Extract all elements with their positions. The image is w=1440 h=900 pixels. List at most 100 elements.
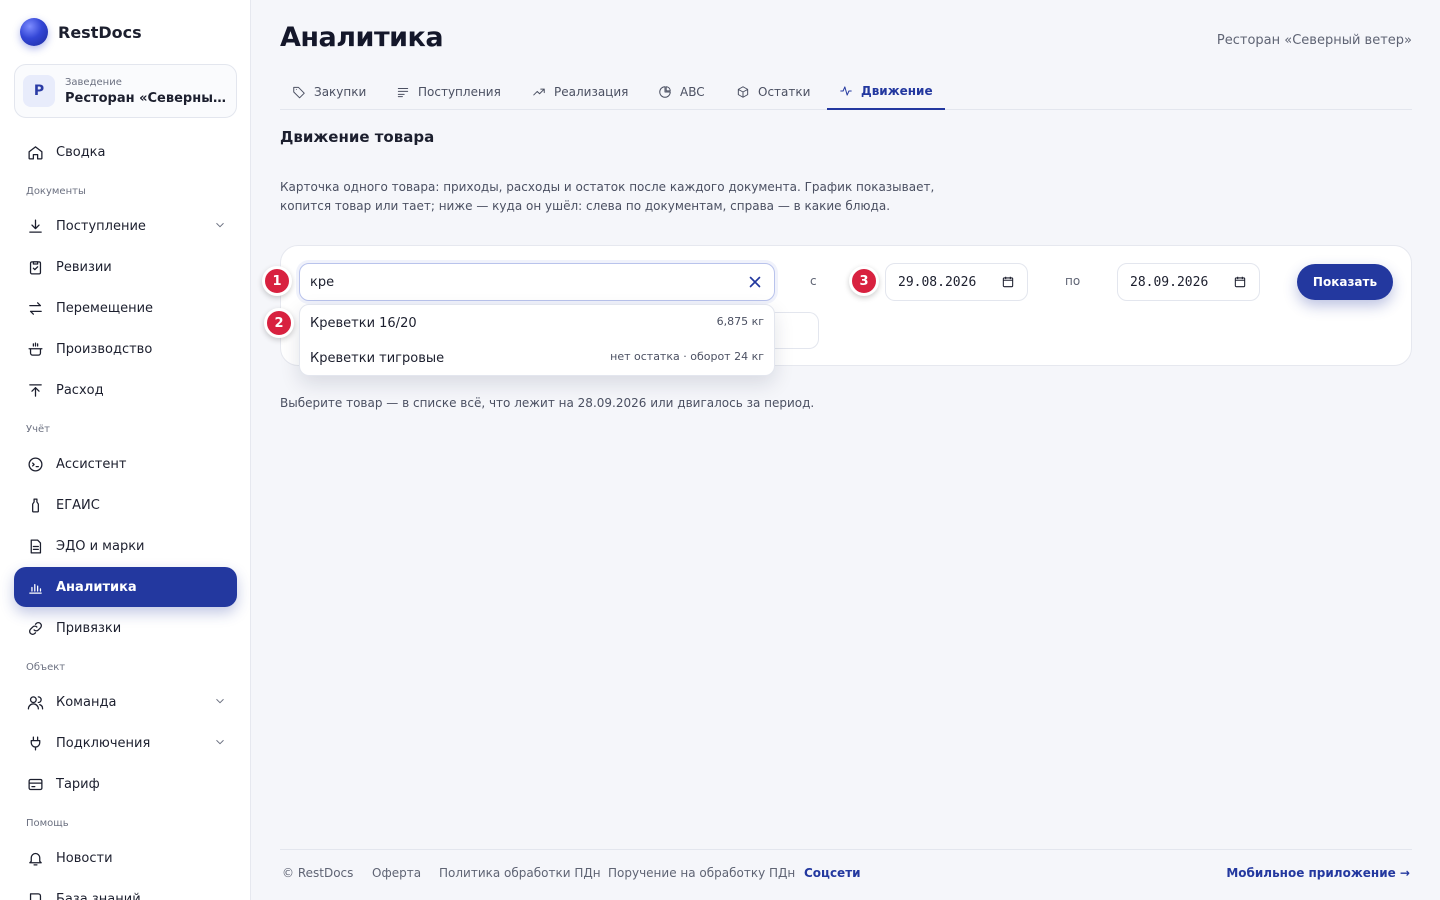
tab-stock[interactable]: Остатки (724, 74, 822, 110)
tab-sales[interactable]: Реализация (520, 74, 640, 110)
footer-social-link[interactable]: Соцсети (804, 866, 861, 880)
sidebar-item-label: Тариф (56, 776, 100, 792)
nav-section-help: Помощь (26, 818, 69, 829)
sidebar-item-summary[interactable]: Сводка (14, 132, 237, 172)
bell-icon (26, 849, 44, 867)
sidebar-item-team[interactable]: Команда (14, 682, 237, 722)
sidebar-item-label: ЭДО и марки (56, 538, 145, 554)
suggestion-name: Креветки тигровые (310, 350, 445, 366)
sidebar-item-egais[interactable]: ЕГАИС (14, 485, 237, 525)
sidebar-item-news[interactable]: Новости (14, 838, 237, 878)
tag-icon (293, 86, 305, 99)
sidebar-item-receipt[interactable]: Поступление (14, 206, 237, 246)
pulse-icon (840, 86, 852, 96)
tab-label: Движение (861, 84, 933, 98)
sidebar-item-label: Ревизии (56, 259, 112, 275)
sidebar-item-label: Новости (56, 850, 113, 866)
bar-chart-icon (26, 578, 44, 596)
sidebar-item-revisions[interactable]: Ревизии (14, 247, 237, 287)
product-search-input[interactable] (310, 264, 730, 300)
cooking-pot-icon (26, 340, 44, 358)
brand[interactable]: RestDocs (20, 18, 142, 46)
sidebar-item-connections[interactable]: Подключения (14, 723, 237, 763)
sidebar-item-label: Перемещение (56, 300, 154, 316)
tab-label: Закупки (314, 85, 367, 99)
sidebar-item-tariff[interactable]: Тариф (14, 764, 237, 804)
sidebar-item-production[interactable]: Производство (14, 329, 237, 369)
sidebar-item-bindings[interactable]: Привязки (14, 608, 237, 648)
bottle-icon (26, 496, 44, 514)
brand-name: RestDocs (58, 22, 142, 42)
current-venue: Ресторан «Северный ветер» (1216, 33, 1412, 48)
sidebar-item-transfer[interactable]: Перемещение (14, 288, 237, 328)
product-search (299, 263, 775, 301)
sidebar-item-edo[interactable]: ЭДО и марки (14, 526, 237, 566)
users-icon (26, 693, 44, 711)
chevron-down-icon (213, 694, 227, 708)
credit-card-icon (26, 775, 44, 793)
box-icon (737, 86, 749, 98)
calendar-icon (1234, 276, 1246, 288)
page-title: Аналитика (280, 22, 444, 53)
sidebar-item-analytics[interactable]: Аналитика (14, 567, 237, 607)
tab-purchases[interactable]: Закупки (280, 74, 378, 110)
suggestion-meta: 6,875 кг (716, 314, 764, 328)
product-suggestions: Креветки 16/20 6,875 кг Креветки тигровы… (299, 304, 775, 376)
document-icon (26, 537, 44, 555)
sidebar-item-label: Поступление (56, 218, 146, 234)
footer-privacy-link[interactable]: Политика обработки ПДн (439, 866, 601, 880)
sidebar-item-label: Ассистент (56, 456, 127, 472)
tab-receipts[interactable]: Поступления (384, 74, 513, 110)
venue-switcher[interactable]: Р Заведение Ресторан «Северный ветер» (14, 64, 237, 118)
step-marker-2: 2 (264, 308, 294, 338)
assistant-icon (26, 455, 44, 473)
analytics-tabs: Закупки Поступления Реализация ABC Остат… (280, 74, 1412, 110)
footer-mobile-link[interactable]: Мобильное приложение → (1226, 866, 1410, 880)
footer: © RestDocs Оферта Политика обработки ПДн… (280, 849, 1412, 897)
section-description: Карточка одного товара: приходы, расходы… (280, 180, 935, 213)
list-icon (397, 88, 409, 98)
close-icon[interactable] (746, 273, 764, 291)
nav-section-accounting: Учёт (26, 424, 50, 435)
sidebar-item-assistant[interactable]: Ассистент (14, 444, 237, 484)
tab-label: Реализация (554, 85, 629, 99)
venue-name: Ресторан «Северный ветер» (65, 90, 228, 106)
step-marker-1: 1 (262, 266, 292, 296)
tab-abc[interactable]: ABC (646, 74, 717, 110)
show-button[interactable]: Показать (1297, 264, 1393, 300)
date-from-field[interactable]: 29.08.2026 (885, 263, 1028, 301)
sidebar-item-label: Сводка (56, 144, 106, 160)
book-icon (26, 890, 44, 900)
calendar-icon (1002, 276, 1014, 288)
sidebar-item-label: База знаний (56, 891, 141, 900)
main-content: Аналитика Ресторан «Северный ветер» Заку… (252, 0, 1440, 900)
nav-section-object: Объект (26, 662, 66, 673)
sidebar-item-expense[interactable]: Расход (14, 370, 237, 410)
footer-copyright: © RestDocs (282, 866, 354, 880)
date-to-field[interactable]: 28.09.2026 (1117, 263, 1260, 301)
date-to-value: 28.09.2026 (1130, 274, 1209, 290)
suggestion-meta: нет остатка · оборот 24 кг (610, 349, 764, 363)
sidebar-item-label: Расход (56, 382, 104, 398)
footer-assignment-link[interactable]: Поручение на обработку ПДн (608, 866, 795, 880)
suggestion-item[interactable]: Креветки 16/20 6,875 кг (300, 306, 774, 340)
venue-avatar: Р (23, 75, 55, 107)
sidebar-item-label: Привязки (56, 620, 122, 636)
pie-icon (659, 86, 671, 98)
date-to-label: по (1065, 274, 1081, 288)
chevron-down-icon (213, 218, 227, 232)
date-from-label: с (810, 274, 817, 288)
sidebar-item-label: Подключения (56, 735, 151, 751)
suggestion-name: Креветки 16/20 (310, 315, 417, 331)
tab-movement[interactable]: Движение (827, 74, 945, 110)
upload-icon (26, 381, 44, 399)
chevron-down-icon (213, 735, 227, 749)
suggestion-item[interactable]: Креветки тигровые нет остатка · оборот 2… (300, 341, 774, 375)
tab-label: ABC (680, 85, 705, 99)
sidebar: RestDocs Р Заведение Ресторан «Северный … (0, 0, 251, 900)
trend-up-icon (533, 88, 545, 96)
section-title: Движение товара (280, 128, 435, 146)
footer-offer-link[interactable]: Оферта (372, 866, 421, 880)
selection-hint: Выберите товар — в списке всё, что лежит… (280, 396, 815, 410)
sidebar-item-knowledge[interactable]: База знаний (14, 879, 237, 900)
